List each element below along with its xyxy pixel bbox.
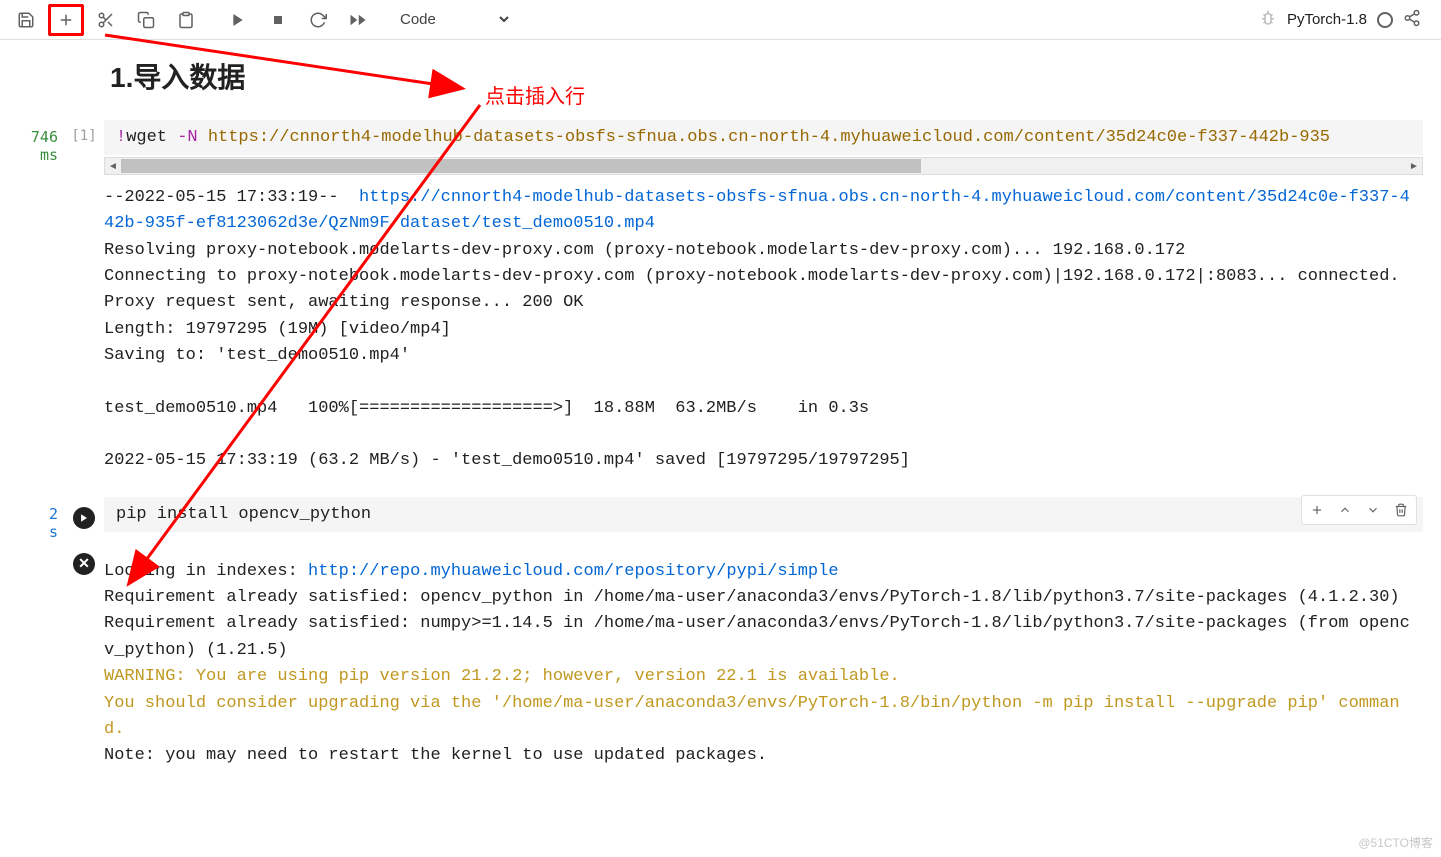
run-button[interactable]	[220, 4, 256, 36]
output-status: ✕	[64, 549, 104, 774]
exec-time: 2s	[0, 497, 64, 541]
exec-time: 746ms	[0, 120, 64, 479]
scrollbar-thumb[interactable]	[121, 159, 921, 173]
save-button[interactable]	[8, 4, 44, 36]
horizontal-scrollbar[interactable]: ◄ ►	[104, 157, 1423, 175]
cell-output: --2022-05-15 17:33:19-- https://cnnorth4…	[104, 175, 1423, 479]
cell-output: Looking in indexes: http://repo.myhuawei…	[104, 549, 1423, 774]
bug-icon[interactable]	[1259, 9, 1277, 30]
markdown-cell[interactable]: 1.导入数据	[110, 56, 1441, 96]
kernel-name-label[interactable]: PyTorch-1.8	[1287, 11, 1367, 28]
paste-button[interactable]	[168, 4, 204, 36]
add-cell-icon[interactable]	[1304, 498, 1330, 522]
delete-cell-icon[interactable]	[1388, 498, 1414, 522]
copy-button[interactable]	[128, 4, 164, 36]
code-input[interactable]: pip install opencv_python	[104, 497, 1423, 532]
restart-button[interactable]	[300, 4, 336, 36]
run-cell-button[interactable]	[64, 497, 104, 541]
fast-forward-button[interactable]	[340, 4, 376, 36]
annotation-label: 点击插入行	[485, 80, 585, 109]
code-cell-1: 746ms [1] !wget -N https://cnnorth4-mode…	[0, 120, 1441, 479]
code-cell-2-output-row: ✕ Looking in indexes: http://repo.myhuaw…	[0, 549, 1441, 774]
kernel-status-icon	[1377, 12, 1393, 28]
code-cell-2: 2s pip install opencv_python	[0, 497, 1441, 541]
code-input[interactable]: !wget -N https://cnnorth4-modelhub-datas…	[104, 120, 1423, 155]
stop-button[interactable]	[260, 4, 296, 36]
move-up-icon[interactable]	[1332, 498, 1358, 522]
notebook-toolbar: Code PyTorch-1.8	[0, 0, 1441, 40]
move-down-icon[interactable]	[1360, 498, 1386, 522]
heading: 1.导入数据	[110, 56, 1441, 96]
cell-type-select[interactable]: Code	[392, 6, 512, 33]
scroll-left-icon[interactable]: ◄	[105, 158, 121, 174]
notebook-area: 1.导入数据 746ms [1] !wget -N https://cnnort…	[0, 56, 1441, 802]
cell-toolbar	[1301, 495, 1417, 525]
watermark: @51CTO博客	[1358, 834, 1433, 851]
cut-button[interactable]	[88, 4, 124, 36]
scroll-right-icon[interactable]: ►	[1406, 158, 1422, 174]
error-icon: ✕	[73, 553, 95, 575]
share-icon[interactable]	[1403, 9, 1421, 30]
insert-cell-button[interactable]	[48, 4, 84, 36]
execution-count: [1]	[64, 120, 104, 479]
